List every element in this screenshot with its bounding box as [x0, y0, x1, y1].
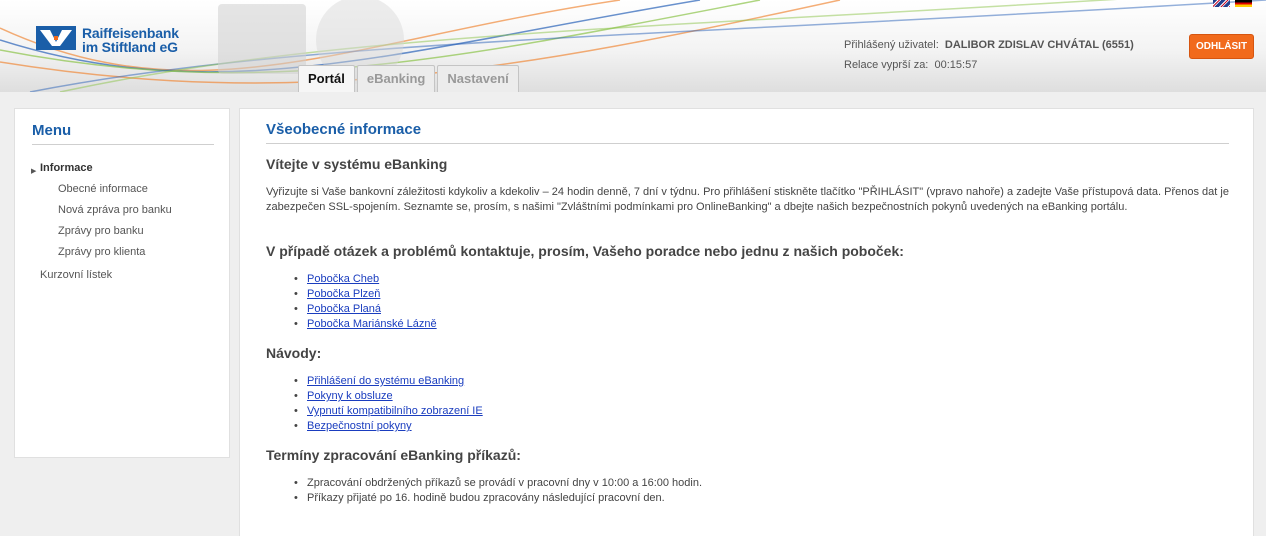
session-label: Relace vyprší za: [844, 59, 929, 71]
english-flag-icon[interactable] [1213, 0, 1230, 7]
sidebar-item-messages-to-client[interactable]: Zprávy pro klienta [58, 246, 145, 258]
branch-link-cheb[interactable]: Pobočka Cheb [307, 273, 379, 285]
list-item: Vypnutí kompatibilního zobrazení IE [294, 404, 483, 419]
guide-link-login[interactable]: Přihlášení do systému eBanking [307, 375, 464, 387]
sidebar-item-exchange-rates[interactable]: Kurzovní lístek [40, 269, 112, 281]
tab-settings[interactable]: Nastavení [437, 65, 519, 92]
page-title: Všeobecné informace [266, 121, 1229, 144]
contact-heading: V případě otázek a problémů kontaktuje, … [266, 243, 904, 259]
list-item: Pobočka Cheb [294, 272, 437, 287]
list-item: Přihlášení do systému eBanking [294, 374, 483, 389]
main-content: Všeobecné informace Vítejte v systému eB… [239, 108, 1254, 536]
term-text-2: Příkazy přijaté po 16. hodině budou zpra… [307, 492, 665, 504]
bank-name-line2: im Stiftland eG [82, 39, 178, 55]
sidebar-item-general-info[interactable]: Obecné informace [58, 183, 148, 195]
german-flag-icon[interactable] [1235, 0, 1252, 7]
intro-text: Vyřizujte si Vaše bankovní záležitosti k… [266, 186, 1229, 213]
terms-list: Zpracování obdržených příkazů se provádí… [294, 476, 702, 506]
branch-list: Pobočka Cheb Pobočka Plzeň Pobočka Planá… [294, 272, 437, 332]
main-tabs: Portál eBanking Nastavení [298, 65, 519, 92]
user-label: Přihlášený uživatel: [844, 39, 939, 51]
header: Raiffeisenbank im Stiftland eG Přihlášen… [0, 0, 1266, 92]
sidebar: Menu ▶ Informace Obecné informace Nová z… [14, 108, 230, 458]
user-name: DALIBOR ZDISLAV CHVÁTAL (6551) [944, 39, 1134, 51]
list-item: Příkazy přijaté po 16. hodině budou zpra… [294, 491, 702, 506]
guides-heading: Návody: [266, 345, 322, 361]
guides-list: Přihlášení do systému eBanking Pokyny k … [294, 374, 483, 434]
guide-link-ie-compat[interactable]: Vypnutí kompatibilního zobrazení IE [307, 405, 483, 417]
branch-link-marianske-lazne[interactable]: Pobočka Mariánské Lázně [307, 318, 437, 330]
branch-link-plana[interactable]: Pobočka Planá [307, 303, 381, 315]
tab-ebanking[interactable]: eBanking [356, 65, 436, 92]
branch-link-plzen[interactable]: Pobočka Plzeň [307, 288, 380, 300]
list-item: Pobočka Planá [294, 302, 437, 317]
menu-title: Menu [32, 122, 214, 145]
user-info: Přihlášený uživatel: DALIBOR ZDISLAV CHV… [844, 35, 1134, 75]
sidebar-item-new-message[interactable]: Nová zpráva pro banku [58, 204, 172, 216]
bank-name-line1: Raiffeisenbank [82, 25, 179, 41]
term-text-1: Zpracování obdržených příkazů se provádí… [307, 477, 703, 489]
guide-link-security[interactable]: Bezpečnostní pokyny [307, 420, 412, 432]
guide-link-instructions[interactable]: Pokyny k obsluze [307, 390, 393, 402]
list-item: Bezpečnostní pokyny [294, 419, 483, 434]
raiffeisen-emblem-icon [36, 26, 76, 50]
tab-portal[interactable]: Portál [298, 65, 355, 92]
logout-button[interactable]: ODHLÁSIT [1189, 34, 1254, 59]
active-arrow-icon: ▶ [31, 168, 37, 175]
list-item: Pobočka Mariánské Lázně [294, 317, 437, 332]
list-item: Pobočka Plzeň [294, 287, 437, 302]
bank-name: Raiffeisenbank im Stiftland eG [82, 26, 179, 54]
list-item: Pokyny k obsluze [294, 389, 483, 404]
sidebar-item-informace[interactable]: Informace [40, 162, 93, 174]
welcome-heading: Vítejte v systému eBanking [266, 156, 448, 172]
session-time: 00:15:57 [934, 59, 978, 71]
sidebar-item-messages-to-bank[interactable]: Zprávy pro banku [58, 225, 144, 237]
list-item: Zpracování obdržených příkazů se provádí… [294, 476, 702, 491]
bank-logo[interactable]: Raiffeisenbank im Stiftland eG [36, 26, 179, 54]
language-switcher [1213, 0, 1252, 7]
terms-heading: Termíny zpracování eBanking příkazů: [266, 447, 521, 463]
